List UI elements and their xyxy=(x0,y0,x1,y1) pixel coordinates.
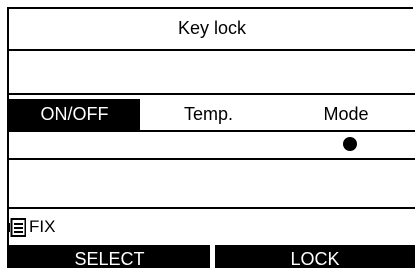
lock-softkey[interactable]: LOCK xyxy=(215,245,415,269)
fix-label: FIX xyxy=(29,217,56,236)
divider xyxy=(9,49,415,51)
fix-status: FIX xyxy=(7,215,55,239)
divider xyxy=(9,158,415,160)
divider xyxy=(9,93,415,95)
key-lock-screen: Key lock ON/OFF Temp. Mode FIX SELECT LO… xyxy=(0,0,415,269)
tab-temp[interactable]: Temp. xyxy=(140,99,277,130)
page-title: Key lock xyxy=(177,18,247,38)
divider xyxy=(9,207,415,209)
divider xyxy=(9,130,415,132)
tab-mode[interactable]: Mode xyxy=(277,99,415,130)
mode-lock-indicator-icon xyxy=(343,137,357,151)
select-softkey[interactable]: SELECT xyxy=(9,245,210,269)
tab-on-off[interactable]: ON/OFF xyxy=(9,99,140,130)
menu-list-icon xyxy=(7,217,27,237)
